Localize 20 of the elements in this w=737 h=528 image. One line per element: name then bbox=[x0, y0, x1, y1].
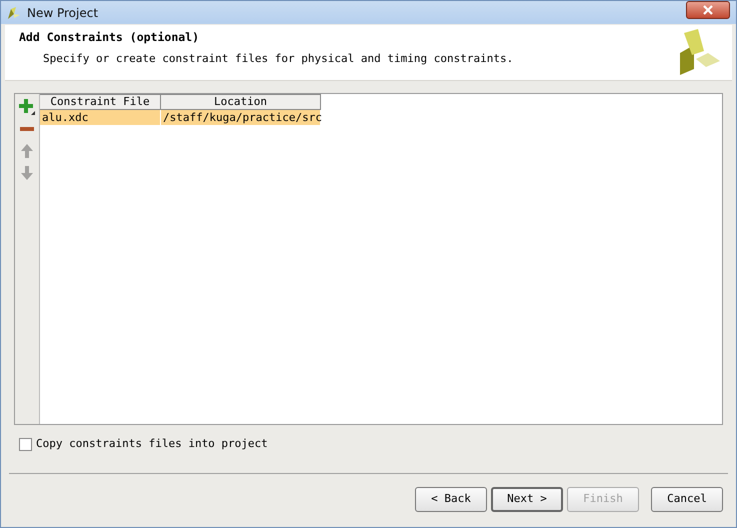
window-title: New Project bbox=[27, 4, 98, 22]
close-icon bbox=[703, 5, 713, 15]
minus-icon bbox=[20, 127, 34, 131]
page-description: Specify or create constraint files for physical and timing constraints. bbox=[42, 50, 514, 67]
dialog-button[interactable]: Next > bbox=[491, 486, 563, 512]
table-cell[interactable]: /staff/kuga/practice/src bbox=[161, 110, 321, 125]
checkbox[interactable] bbox=[19, 438, 32, 451]
table-cell[interactable]: alu.xdc bbox=[40, 110, 161, 125]
up-arrow-icon bbox=[18, 142, 36, 160]
page-title: Add Constraints (optional) bbox=[19, 31, 200, 45]
app-logo-icon bbox=[7, 6, 21, 20]
dialog-button[interactable]: < Back bbox=[415, 486, 487, 512]
add-button[interactable] bbox=[18, 98, 36, 116]
column-header[interactable]: Location bbox=[161, 94, 321, 110]
dialog-button[interactable]: Cancel bbox=[651, 486, 723, 512]
checkbox-label[interactable]: Copy constraints files into project bbox=[36, 436, 268, 452]
down-arrow-icon bbox=[18, 164, 36, 182]
plus-icon bbox=[18, 98, 36, 116]
close-button[interactable] bbox=[686, 1, 730, 19]
column-header[interactable]: Constraint File bbox=[40, 94, 161, 110]
